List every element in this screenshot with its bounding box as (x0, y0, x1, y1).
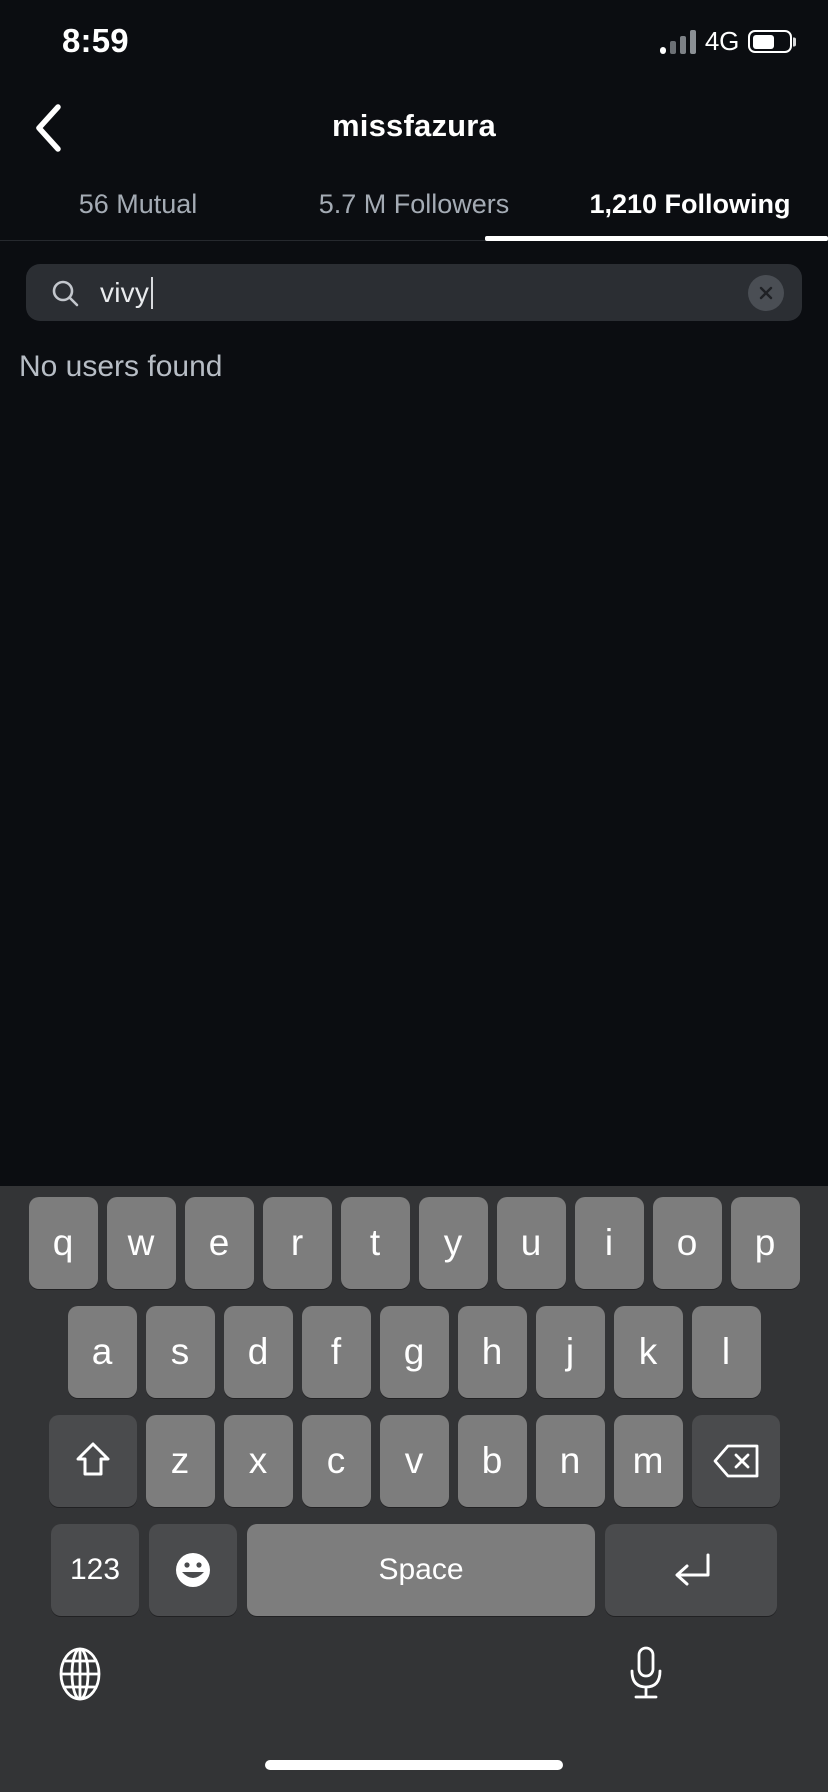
key-c[interactable]: c (301, 1415, 371, 1507)
tab-following[interactable]: 1,210 Following (552, 172, 828, 242)
keyboard-row-4: 123 Space (0, 1521, 828, 1619)
key-d[interactable]: d (223, 1306, 293, 1398)
key-l[interactable]: l (691, 1306, 761, 1398)
emoji-key[interactable] (149, 1524, 237, 1616)
battery-icon (748, 30, 796, 53)
phone-screen: 8:59 4G missfazura 56 Mutual 5.7 M Follo… (0, 0, 828, 1792)
text-caret (151, 276, 154, 309)
key-m[interactable]: m (613, 1415, 683, 1507)
page-title: missfazura (332, 108, 496, 143)
navigation-bar: missfazura (0, 88, 828, 170)
microphone-icon (630, 1646, 662, 1699)
search-field[interactable]: vivy (26, 264, 802, 321)
key-w[interactable]: w (106, 1197, 176, 1289)
search-icon (50, 278, 80, 308)
clear-search-button[interactable] (748, 274, 784, 311)
key-v[interactable]: v (379, 1415, 449, 1507)
globe-icon (59, 1647, 101, 1701)
key-p[interactable]: p (730, 1197, 800, 1289)
key-b[interactable]: b (457, 1415, 527, 1507)
backspace-key[interactable] (691, 1415, 780, 1507)
cellular-signal-icon (659, 29, 696, 54)
status-indicators: 4G (659, 26, 796, 57)
network-type-label: 4G (704, 26, 739, 56)
key-h[interactable]: h (457, 1306, 527, 1398)
key-q[interactable]: q (28, 1197, 98, 1289)
key-z[interactable]: z (145, 1415, 215, 1507)
key-s[interactable]: s (145, 1306, 215, 1398)
keyboard-bottom-bar (0, 1632, 828, 1792)
on-screen-keyboard: q w e r t y u i o p a s d f g h j k l z … (0, 1186, 828, 1792)
key-g[interactable]: g (379, 1306, 449, 1398)
shift-arrow-icon (76, 1442, 109, 1476)
key-u[interactable]: u (496, 1197, 566, 1289)
keyboard-row-1: q w e r t y u i o p (0, 1194, 828, 1292)
shift-key[interactable] (48, 1415, 137, 1507)
key-j[interactable]: j (535, 1306, 605, 1398)
key-t[interactable]: t (340, 1197, 410, 1289)
search-input-value: vivy (100, 276, 150, 308)
search-input[interactable]: vivy (100, 276, 748, 309)
status-bar: 8:59 4G (0, 0, 828, 88)
tab-followers[interactable]: 5.7 M Followers (276, 172, 552, 242)
status-time: 8:59 (62, 22, 129, 59)
key-y[interactable]: y (418, 1197, 488, 1289)
dictation-button[interactable] (616, 1644, 676, 1704)
home-indicator (265, 1760, 563, 1770)
key-f[interactable]: f (301, 1306, 371, 1398)
key-x[interactable]: x (223, 1415, 293, 1507)
tab-mutual[interactable]: 56 Mutual (0, 172, 276, 242)
numeric-key[interactable]: 123 (51, 1524, 139, 1616)
space-key[interactable]: Space (247, 1524, 595, 1616)
key-a[interactable]: a (67, 1306, 137, 1398)
active-tab-indicator (485, 236, 828, 241)
return-arrow-icon (675, 1553, 710, 1586)
keyboard-row-3: z x c v b n m (0, 1412, 828, 1510)
key-o[interactable]: o (652, 1197, 722, 1289)
key-i[interactable]: i (574, 1197, 644, 1289)
profile-tabs: 56 Mutual 5.7 M Followers 1,210 Followin… (0, 172, 828, 242)
key-e[interactable]: e (184, 1197, 254, 1289)
key-n[interactable]: n (535, 1415, 605, 1507)
empty-results-message: No users found (19, 350, 223, 383)
keyboard-row-2: a s d f g h j k l (0, 1303, 828, 1401)
language-switch-button[interactable] (50, 1644, 110, 1704)
backspace-icon (713, 1444, 758, 1478)
results-list (0, 395, 828, 1185)
emoji-smiley-icon (176, 1553, 210, 1587)
key-r[interactable]: r (262, 1197, 332, 1289)
clear-circle-icon (759, 286, 773, 299)
return-key[interactable] (605, 1524, 777, 1616)
key-k[interactable]: k (613, 1306, 683, 1398)
